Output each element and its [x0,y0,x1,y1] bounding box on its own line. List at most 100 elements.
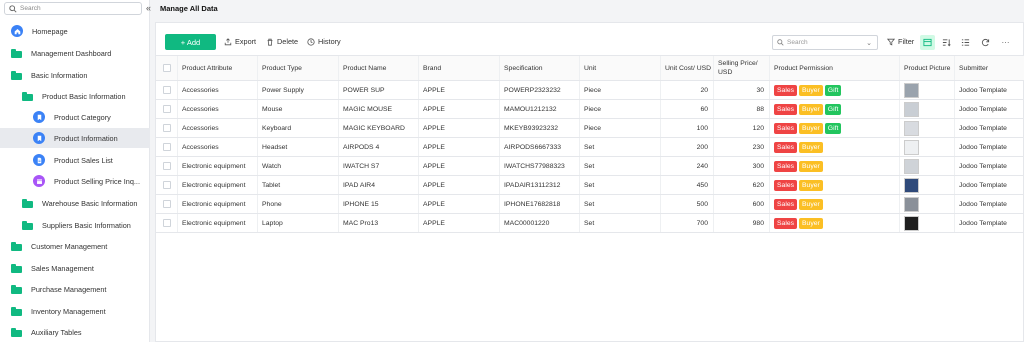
cell-submitter: Jodoo Template [954,81,1024,99]
row-checkbox[interactable] [163,124,171,132]
select-all-checkbox[interactable] [163,64,171,72]
column-header[interactable]: Selling Price/ USD [713,56,769,80]
table-search-input[interactable]: Search ⌄ [772,35,878,50]
product-thumbnail[interactable] [904,215,919,231]
sidebar-item-basic-information[interactable]: Basic Information [0,65,150,85]
table-row[interactable]: Accessories Power Supply POWER SUP APPLE POW… [156,81,1024,100]
cell-unit: Set [579,195,660,213]
row-checkbox[interactable] [163,105,171,113]
cell-price: 980 [713,214,769,232]
sidebar-item-warehouse-basic-information[interactable]: Warehouse Basic Information [0,193,150,213]
sidebar-item-suppliers-basic-information[interactable]: Suppliers Basic Information [0,215,150,235]
table-row[interactable]: Electronic equipment Watch IWATCH S7 APPLE I… [156,157,1024,176]
column-header[interactable]: Unit Cost/ USD [660,56,713,80]
cell-picture [899,214,954,232]
table-row[interactable]: Electronic equipment Phone IPHONE 15 APPLE I… [156,195,1024,214]
table-row[interactable]: Accessories Mouse MAGIC MOUSE APPLE MAMOU121… [156,100,1024,119]
permission-tag-buyer: Buyer [799,198,823,210]
row-checkbox[interactable] [163,86,171,94]
product-thumbnail[interactable] [904,158,919,174]
sidebar-item-product-category[interactable]: Product Category [0,107,150,127]
column-header[interactable]: Product Attribute [177,56,257,80]
column-header[interactable]: Specification [499,56,579,80]
cell-attr: Electronic equipment [177,157,257,175]
cell-type: Mouse [257,100,338,118]
sidebar-item-purchase-management[interactable]: Purchase Management [0,279,150,299]
sidebar-item-sales-management[interactable]: Sales Management [0,258,150,278]
sidebar-item-product-sales-list[interactable]: Product Sales List [0,150,150,170]
export-button[interactable]: Export [224,37,256,46]
column-header[interactable]: Product Permission [769,56,899,80]
sidebar-item-product-information[interactable]: Product Information [0,128,150,148]
filter-label: Filter [898,37,915,46]
cell-spec: AIRPODS6667333 [499,138,579,156]
cell-type: Tablet [257,176,338,194]
cell-brand: APPLE [418,195,499,213]
cell-price: 300 [713,157,769,175]
table-row[interactable]: Accessories Headset AIRPODS 4 APPLE AIRPODS6… [156,138,1024,157]
main-panel: + Add Export Delete History Search ⌄ Fil… [155,22,1024,342]
cell-type: Keyboard [257,119,338,137]
product-thumbnail[interactable] [904,196,919,212]
cell-name: IWATCH S7 [338,157,418,175]
sidebar-item-inventory-management[interactable]: Inventory Management [0,301,150,321]
cell-picture [899,119,954,137]
table-row[interactable]: Electronic equipment Laptop MAC Pro13 APPLE… [156,214,1024,233]
more-options-button[interactable]: ··· [998,35,1013,50]
product-thumbnail[interactable] [904,120,919,136]
history-button[interactable]: History [307,37,341,46]
cell-price: 620 [713,176,769,194]
row-select-cell [156,138,177,156]
cell-attr: Electronic equipment [177,195,257,213]
column-header[interactable]: Submitter [954,56,1024,80]
permission-tag-sales: Sales [774,141,798,153]
row-checkbox[interactable] [163,181,171,189]
sidebar-item-homepage[interactable]: Homepage [0,21,150,41]
delete-button[interactable]: Delete [266,37,298,46]
cell-unit: Set [579,157,660,175]
cell-unit: Piece [579,100,660,118]
columns-button[interactable] [958,35,973,50]
product-thumbnail[interactable] [904,82,919,98]
row-checkbox[interactable] [163,162,171,170]
permission-tag-gift: Gift [824,103,842,115]
sidebar: Search « Homepage Management Dashboard Bas… [0,0,151,342]
sidebar-search-input[interactable]: Search [4,2,142,15]
table-header-row: Product Attribute Product Type Product Nam… [156,55,1024,81]
view-toggle-button[interactable] [920,35,935,50]
cell-type: Laptop [257,214,338,232]
table-row[interactable]: Accessories Keyboard MAGIC KEYBOARD APPLE MK… [156,119,1024,138]
filter-button[interactable]: Filter [887,37,914,46]
row-checkbox[interactable] [163,143,171,151]
refresh-button[interactable] [978,35,993,50]
row-checkbox[interactable] [163,200,171,208]
table-row[interactable]: Electronic equipment Tablet IPAD AIR4 APPLE… [156,176,1024,195]
column-header[interactable]: Brand [418,56,499,80]
sidebar-item-product-selling-price-inq[interactable]: Product Selling Price Inq... [0,171,150,191]
sidebar-item-label: Product Sales List [54,155,113,165]
cell-name: POWER SUP [338,81,418,99]
product-thumbnail[interactable] [904,101,919,117]
column-header[interactable]: Product Name [338,56,418,80]
cell-permissions: Sales Buyer [769,138,899,156]
sidebar-item-auxiliary-tables[interactable]: Auxiliary Tables [0,322,150,342]
column-header[interactable]: Unit [579,56,660,80]
cell-cost: 450 [660,176,713,194]
cell-attr: Accessories [177,81,257,99]
cell-name: AIRPODS 4 [338,138,418,156]
history-label: History [318,37,341,46]
column-header[interactable]: Product Picture [899,56,954,80]
sort-button[interactable] [939,35,954,50]
add-button[interactable]: + Add [165,34,216,50]
sidebar-item-customer-management[interactable]: Customer Management [0,236,150,256]
column-header[interactable]: Product Type [257,56,338,80]
sidebar-item-management-dashboard[interactable]: Management Dashboard [0,43,150,63]
cell-permissions: Sales Buyer Gift [769,81,899,99]
row-select-cell [156,119,177,137]
sidebar-item-label: Product Information [54,133,118,143]
row-checkbox[interactable] [163,219,171,227]
collapse-sidebar-button[interactable]: « [146,3,151,13]
product-thumbnail[interactable] [904,177,919,193]
product-thumbnail[interactable] [904,139,919,155]
sidebar-item-product-basic-information[interactable]: Product Basic Information [0,86,150,106]
